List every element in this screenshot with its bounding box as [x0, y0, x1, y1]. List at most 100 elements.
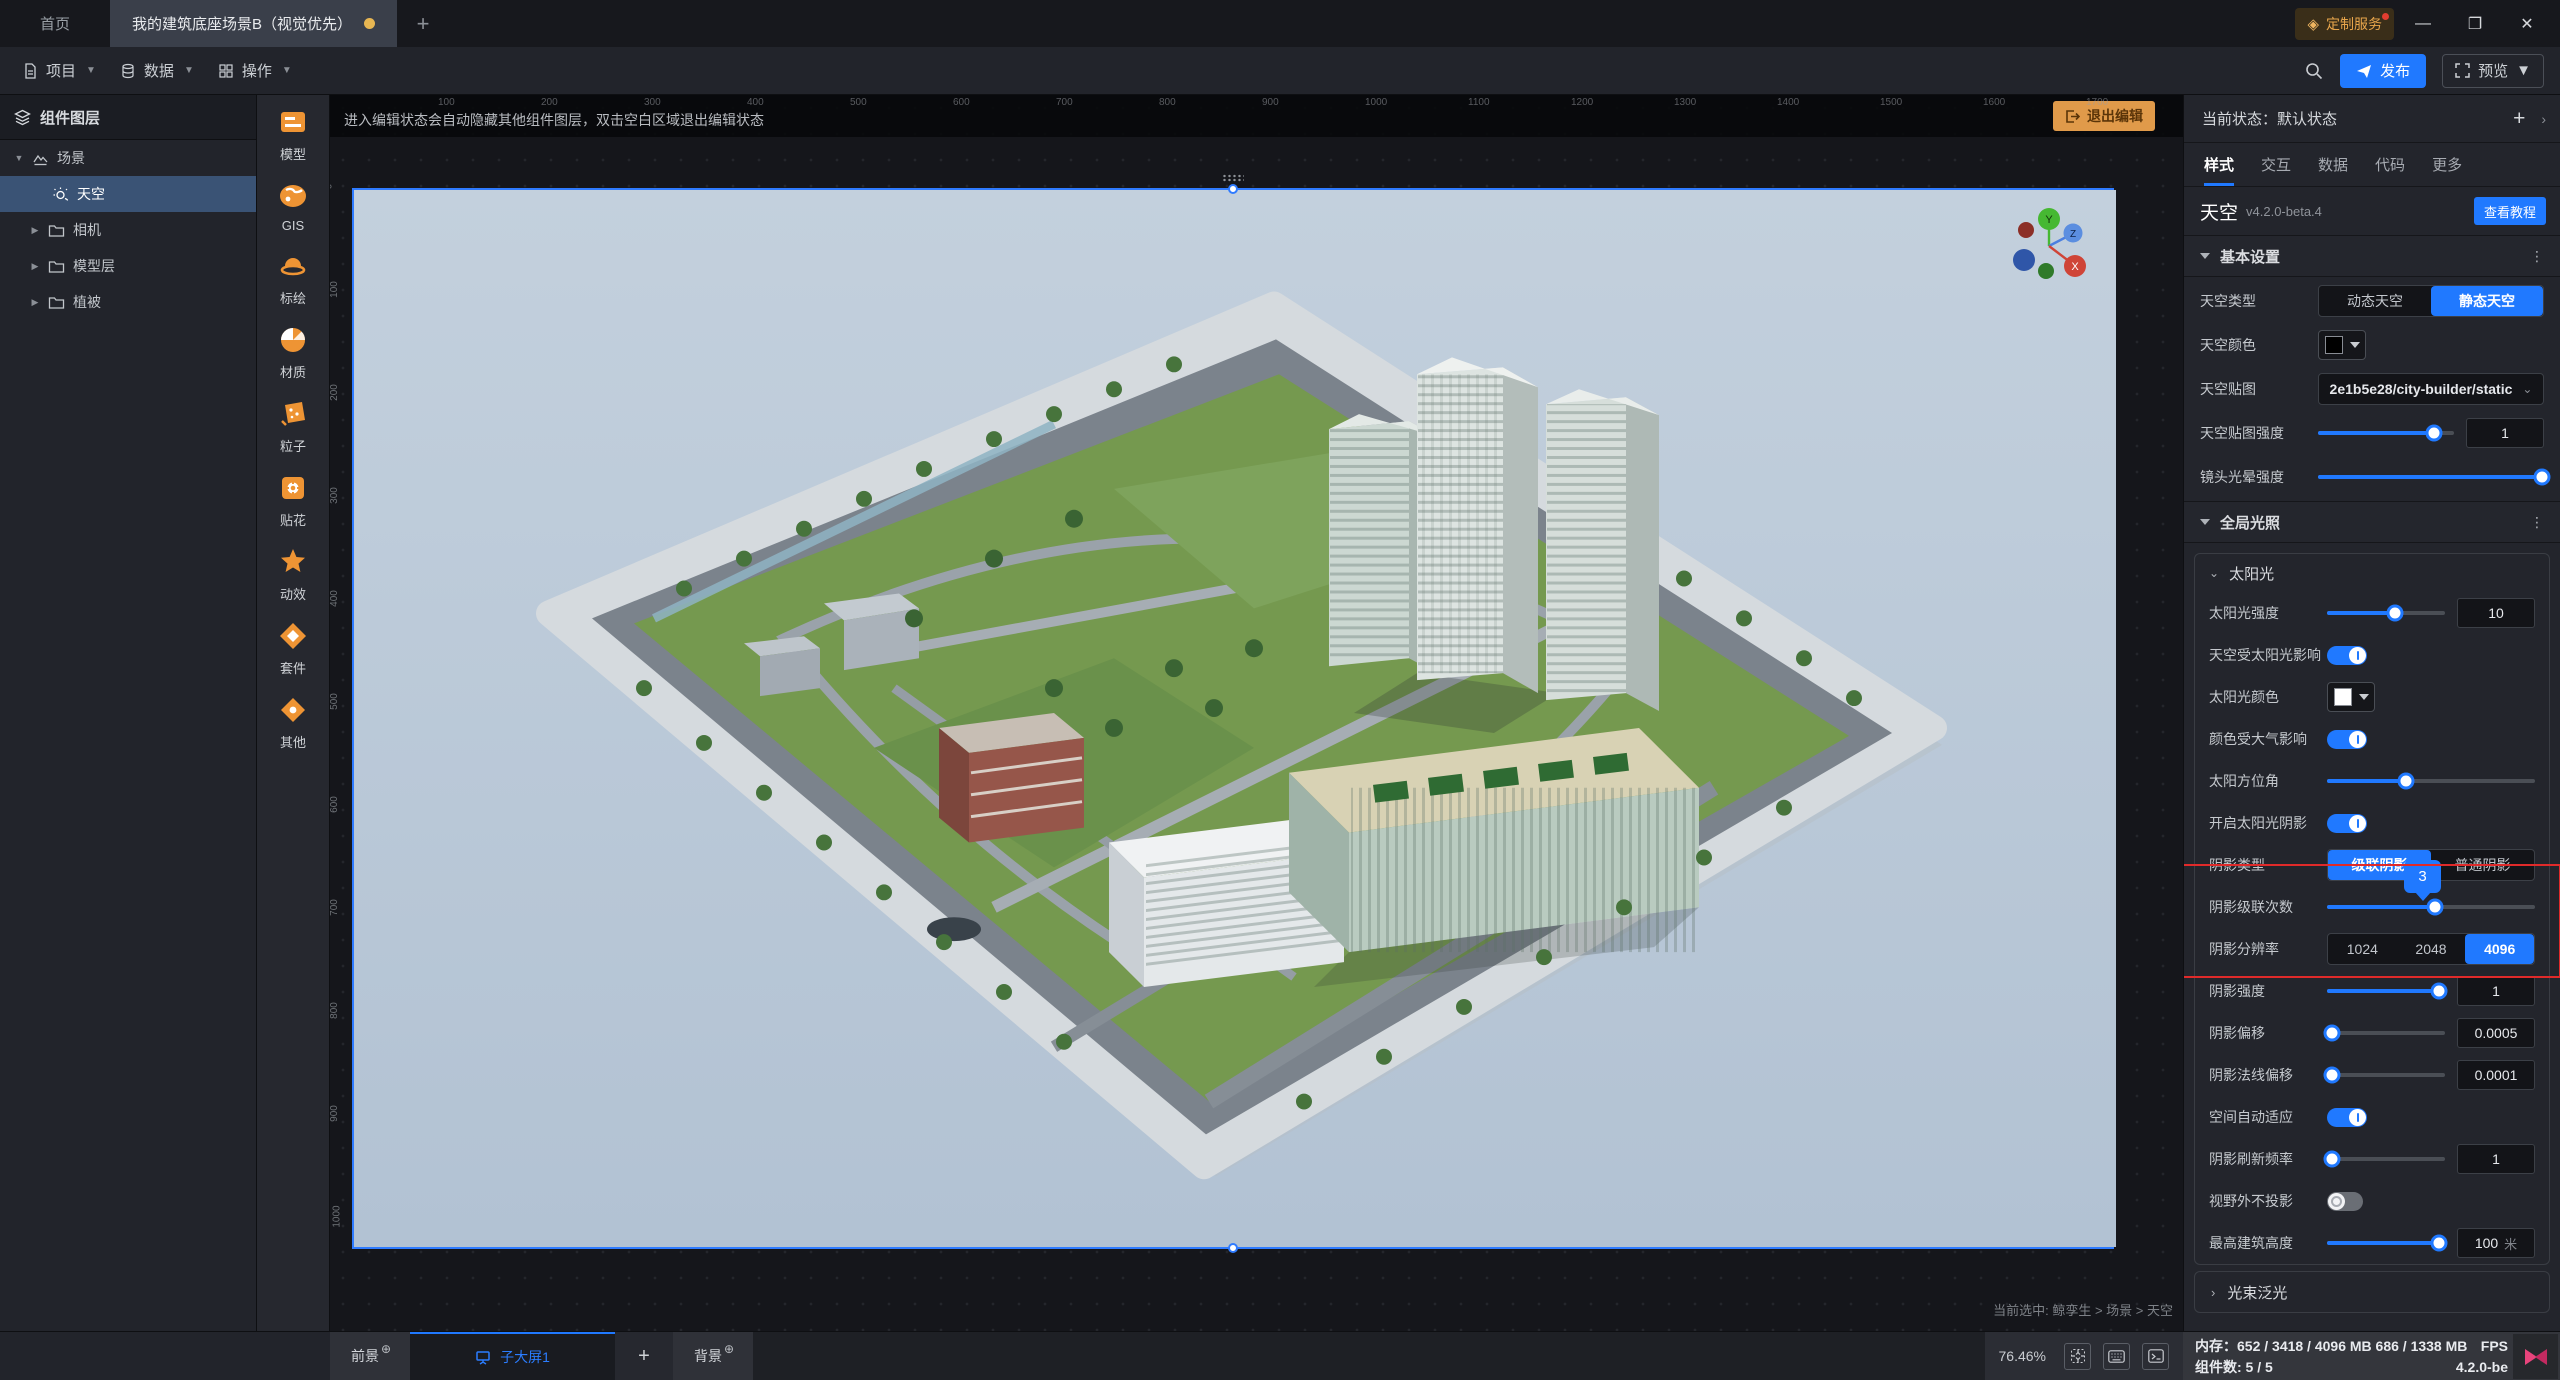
no-cast-outside-toggle[interactable] [2327, 1192, 2363, 1211]
resolution-1024[interactable]: 1024 [2328, 934, 2397, 964]
shadow-refresh-input[interactable]: 1 [2457, 1144, 2535, 1174]
tab-style[interactable]: 样式 [2204, 143, 2234, 186]
shadow-type-normal[interactable]: 普通阴影 [2431, 850, 2534, 880]
tree-item-model-layer[interactable]: ▶ 模型层 [0, 248, 256, 284]
tree-item-sky[interactable]: 天空 [0, 176, 256, 212]
sky-map-select[interactable]: 2e1b5e28/city-builder/static ⌄ [2318, 373, 2544, 405]
tab-data[interactable]: 数据 [2318, 143, 2348, 186]
section-beam-bloom[interactable]: › 光束泛光 [2194, 1271, 2550, 1313]
ruler-tick-label: 400 [330, 590, 340, 607]
custom-service-button[interactable]: ◈ 定制服务 [2295, 8, 2394, 40]
resolution-4096[interactable]: 4096 [2465, 934, 2534, 964]
tree-item-scene[interactable]: ▼ 场景 [0, 140, 256, 176]
max-building-height-slider[interactable] [2327, 1241, 2445, 1245]
asset-gis[interactable]: GIS [276, 179, 310, 233]
tab-home[interactable]: 首页 [0, 0, 110, 47]
space-auto-fit-toggle[interactable] [2327, 1108, 2367, 1127]
resolution-2048[interactable]: 2048 [2397, 934, 2466, 964]
shadow-normal-bias-slider[interactable] [2327, 1073, 2445, 1077]
ruler-tick-label: 1500 [1880, 97, 1902, 108]
background-tab[interactable]: 背景 ⊕ [673, 1332, 753, 1380]
tree-item-vegetation[interactable]: ▶ 植被 [0, 284, 256, 320]
asset-label: 其他 [280, 732, 306, 751]
sun-azimuth-slider[interactable] [2327, 779, 2535, 783]
sun-intensity-slider[interactable] [2327, 611, 2445, 615]
expand-state-button[interactable]: › [2541, 111, 2546, 127]
close-button[interactable]: ✕ [2504, 0, 2550, 47]
asset-kit[interactable]: 套件 [276, 619, 310, 677]
resize-handle-bottom[interactable] [1228, 1243, 1238, 1253]
add-screen-button[interactable]: + [615, 1332, 673, 1380]
sun-shadow-toggle[interactable] [2327, 814, 2367, 833]
row-label: 阴影类型 [2209, 855, 2327, 875]
menu-action[interactable]: 操作▼ [218, 60, 292, 81]
preview-button[interactable]: 预览 ▼ [2442, 54, 2544, 88]
menu-project[interactable]: 项目▼ [22, 60, 96, 81]
resize-handle-top[interactable] [1228, 184, 1238, 194]
max-building-height-input[interactable]: 100 米 [2457, 1228, 2535, 1258]
restore-button[interactable]: ❐ [2452, 0, 2498, 47]
section-global-light[interactable]: 全局光照 ⋮ [2184, 501, 2560, 543]
add-foreground-icon[interactable]: ⊕ [381, 1342, 391, 1356]
asset-mark[interactable]: 标绘 [276, 249, 310, 307]
sky-map-intensity-slider[interactable] [2318, 431, 2454, 435]
screen-artboard[interactable]: Y Z X [352, 188, 2114, 1249]
shadow-refresh-slider[interactable] [2327, 1157, 2445, 1161]
sun-light-header[interactable]: ⌄ 太阳光 [2209, 554, 2535, 592]
asset-material[interactable]: 材质 [276, 323, 310, 381]
ruler-tick-label: 800 [330, 1002, 340, 1019]
asset-decal[interactable]: 贴花 [276, 471, 310, 529]
add-state-button[interactable]: + [2513, 107, 2525, 131]
sun-color-picker[interactable] [2327, 682, 2375, 712]
sun-intensity-input[interactable]: 10 [2457, 598, 2535, 628]
view-tutorial-button[interactable]: 查看教程 [2474, 197, 2546, 225]
drag-grip-icon[interactable] [1222, 174, 1244, 182]
console-button[interactable] [2142, 1343, 2169, 1370]
menu-data[interactable]: 数据▼ [120, 60, 194, 81]
shadow-bias-slider[interactable] [2327, 1031, 2445, 1035]
sky-affected-toggle[interactable] [2327, 646, 2367, 665]
fit-screen-button[interactable] [2064, 1343, 2091, 1370]
zoom-value[interactable]: 76.46% [1999, 1348, 2046, 1364]
sky-color-picker[interactable] [2318, 330, 2366, 360]
search-icon[interactable] [2304, 61, 2324, 81]
axis-gizmo[interactable]: Y Z X [2012, 206, 2086, 284]
atmosphere-color-toggle[interactable] [2327, 730, 2367, 749]
ruler-tick-label: 800 [1159, 97, 1176, 108]
section-menu-icon[interactable]: ⋮ [2530, 514, 2544, 531]
add-background-icon[interactable]: ⊕ [724, 1342, 734, 1356]
sky-map-intensity-input[interactable]: 1 [2466, 418, 2544, 448]
caret-expanded-icon[interactable]: ▼ [14, 153, 24, 163]
tree-item-camera[interactable]: ▶ 相机 [0, 212, 256, 248]
shadow-strength-slider[interactable] [2327, 989, 2445, 993]
new-tab-button[interactable]: + [397, 0, 449, 47]
section-menu-icon[interactable]: ⋮ [2530, 248, 2544, 265]
caret-collapsed-icon[interactable]: ▶ [30, 297, 40, 308]
sky-type-static[interactable]: 静态天空 [2431, 286, 2543, 316]
shadow-bias-input[interactable]: 0.0005 [2457, 1018, 2535, 1048]
tab-interact[interactable]: 交互 [2261, 143, 2291, 186]
asset-other[interactable]: 其他 [276, 693, 310, 751]
foreground-tab[interactable]: 前景 ⊕ [330, 1332, 410, 1380]
asset-anim[interactable]: 动效 [276, 545, 310, 603]
lens-flare-slider[interactable] [2318, 475, 2544, 479]
caret-collapsed-icon[interactable]: ▶ [30, 261, 40, 272]
shadow-strength-input[interactable]: 1 [2457, 976, 2535, 1006]
publish-button[interactable]: 发布 [2340, 54, 2426, 88]
menu-project-label: 项目 [46, 60, 76, 81]
keyboard-shortcuts-button[interactable] [2103, 1343, 2130, 1370]
screen-tab-active[interactable]: 子大屏1 [410, 1332, 615, 1380]
cascade-count-slider[interactable] [2327, 905, 2535, 909]
editor-canvas[interactable]: 1002003004005006007008009001000110012001… [330, 95, 2183, 1331]
tab-document-active[interactable]: 我的建筑底座场景B（视觉优先） [110, 0, 397, 47]
tab-more[interactable]: 更多 [2432, 143, 2462, 186]
tab-code[interactable]: 代码 [2375, 143, 2405, 186]
section-basic-settings[interactable]: 基本设置 ⋮ [2184, 235, 2560, 277]
minimize-button[interactable]: — [2400, 0, 2446, 47]
component-name: 天空 [2200, 198, 2238, 225]
caret-collapsed-icon[interactable]: ▶ [30, 225, 40, 236]
shadow-normal-bias-input[interactable]: 0.0001 [2457, 1060, 2535, 1090]
asset-particle[interactable]: 粒子 [276, 397, 310, 455]
asset-model[interactable]: 模型 [276, 105, 310, 163]
sky-type-dynamic[interactable]: 动态天空 [2319, 286, 2431, 316]
